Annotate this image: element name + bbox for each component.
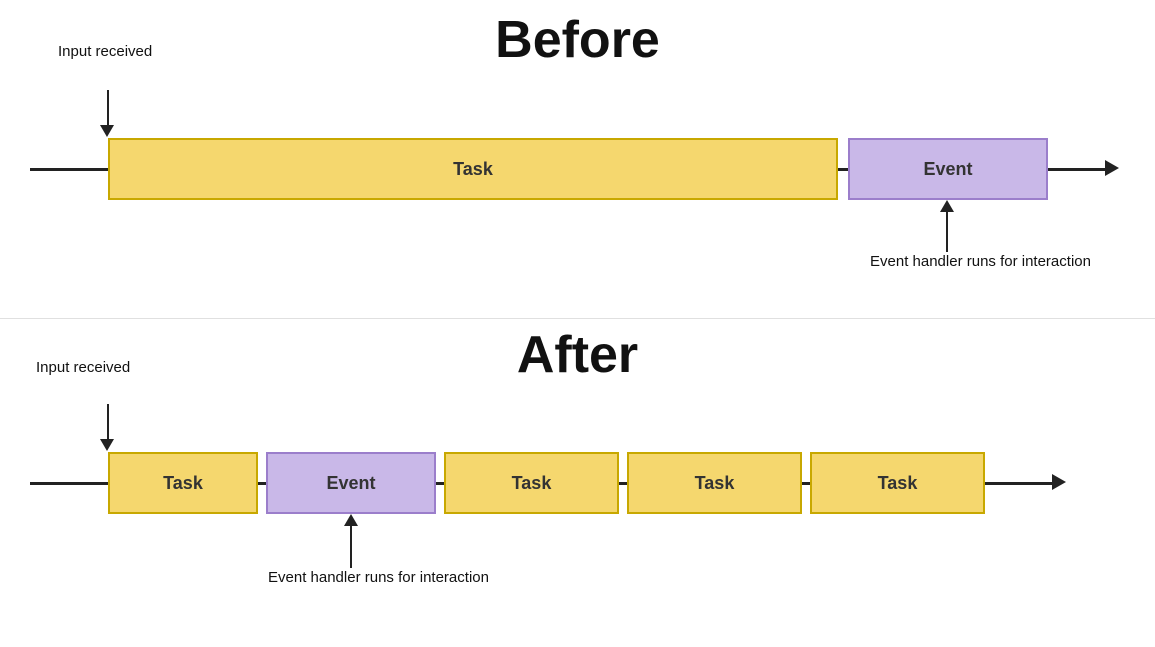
after-timeline-left: [30, 482, 108, 485]
after-event-arrow-line: [350, 526, 352, 568]
section-divider: [0, 318, 1155, 319]
before-timeline-arrow: [1105, 160, 1119, 176]
after-event-arrow-head: [344, 514, 358, 526]
after-input-label: Input received: [36, 358, 130, 378]
before-event-block: Event: [848, 138, 1048, 200]
before-task-block: Task: [108, 138, 838, 200]
after-event-block: Event: [266, 452, 436, 514]
before-title: Before: [0, 10, 1155, 70]
before-input-arrow-head: [100, 125, 114, 137]
after-event-handler-label: Event handler runs for interaction: [268, 568, 489, 588]
after-task3-block: Task: [627, 452, 802, 514]
after-task2-block: Task: [444, 452, 619, 514]
after-input-arrow-line: [107, 404, 109, 442]
after-task4-block: Task: [810, 452, 985, 514]
after-conn2: [436, 482, 444, 485]
after-task1-block: Task: [108, 452, 258, 514]
before-event-arrow-line: [946, 212, 948, 252]
before-event-arrow-head: [940, 200, 954, 212]
after-conn1: [258, 482, 266, 485]
before-event-handler-label: Event handler runs for interaction: [870, 252, 1091, 272]
after-conn4: [802, 482, 810, 485]
after-timeline-right: [985, 482, 1055, 485]
after-conn3: [619, 482, 627, 485]
after-title: After: [0, 325, 1155, 385]
before-timeline-mid: [838, 168, 848, 171]
diagram-container: Before Input received Task Event Event h…: [0, 0, 1155, 647]
before-input-label: Input received: [58, 42, 152, 62]
before-timeline-right: [1048, 168, 1108, 171]
before-timeline-left: [30, 168, 108, 171]
before-input-arrow-line: [107, 90, 109, 128]
after-timeline-arrow: [1052, 474, 1066, 490]
after-input-arrow-head: [100, 439, 114, 451]
